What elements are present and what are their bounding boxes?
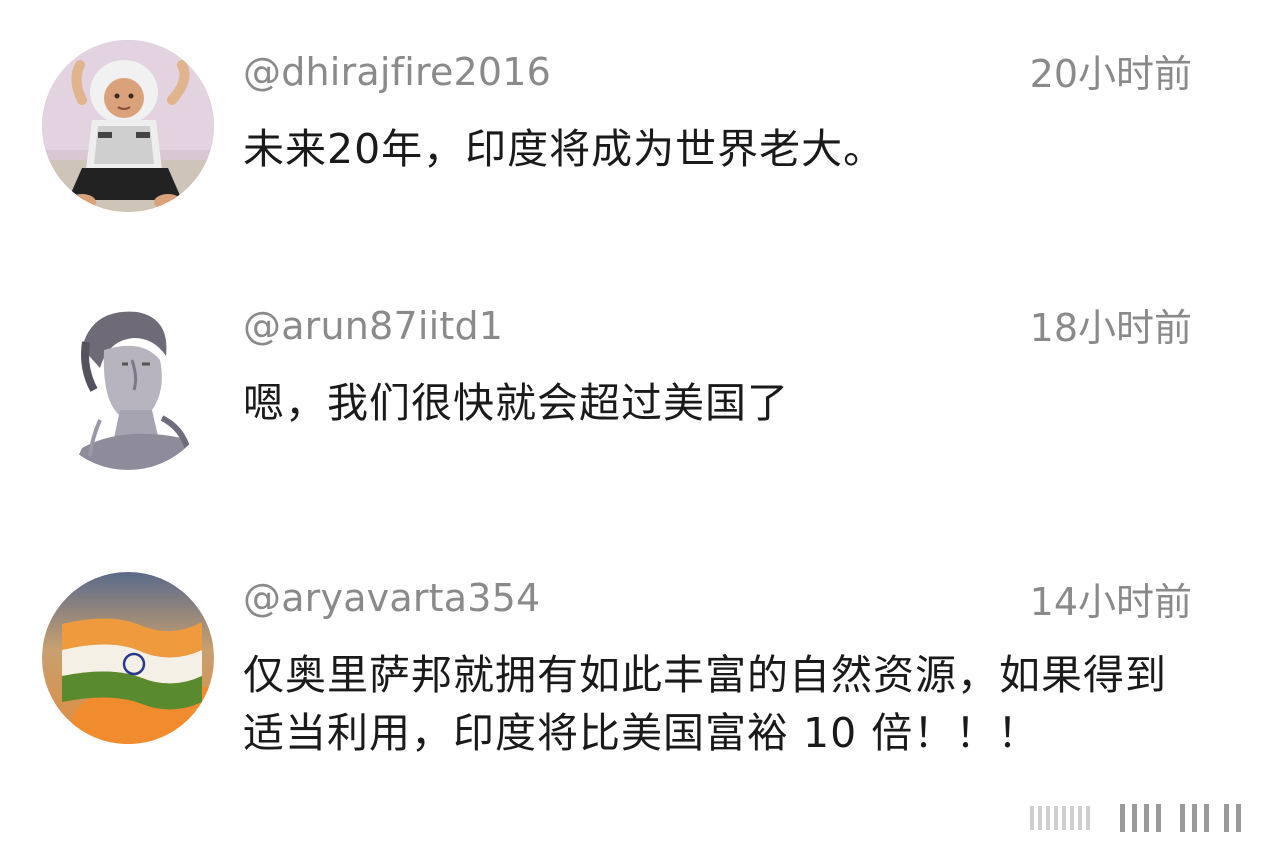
avatar[interactable]	[42, 298, 214, 470]
comment-text: 仅奥里萨邦就拥有如此丰富的自然资源，如果得到适当利用，印度将比美国富裕 10 倍…	[243, 651, 1167, 757]
username[interactable]: @arun87iitd1	[243, 304, 503, 348]
comment-text: 嗯，我们很快就会超过美国了	[243, 379, 789, 427]
child-photo-avatar-icon	[42, 40, 214, 212]
timestamp: 20小时前	[1029, 52, 1192, 96]
watermark-mark	[1020, 798, 1260, 838]
indian-flag-avatar-icon	[42, 572, 214, 744]
statue-bust-avatar-icon	[42, 298, 214, 470]
timestamp: 14小时前	[1029, 580, 1192, 624]
username[interactable]: @aryavarta354	[243, 576, 540, 620]
comment-text: 未来20年，印度将成为世界老大。	[243, 125, 886, 173]
username[interactable]: @dhirajfire2016	[243, 50, 551, 94]
timestamp: 18小时前	[1029, 306, 1192, 350]
avatar[interactable]	[42, 40, 214, 212]
avatar[interactable]	[42, 572, 214, 744]
